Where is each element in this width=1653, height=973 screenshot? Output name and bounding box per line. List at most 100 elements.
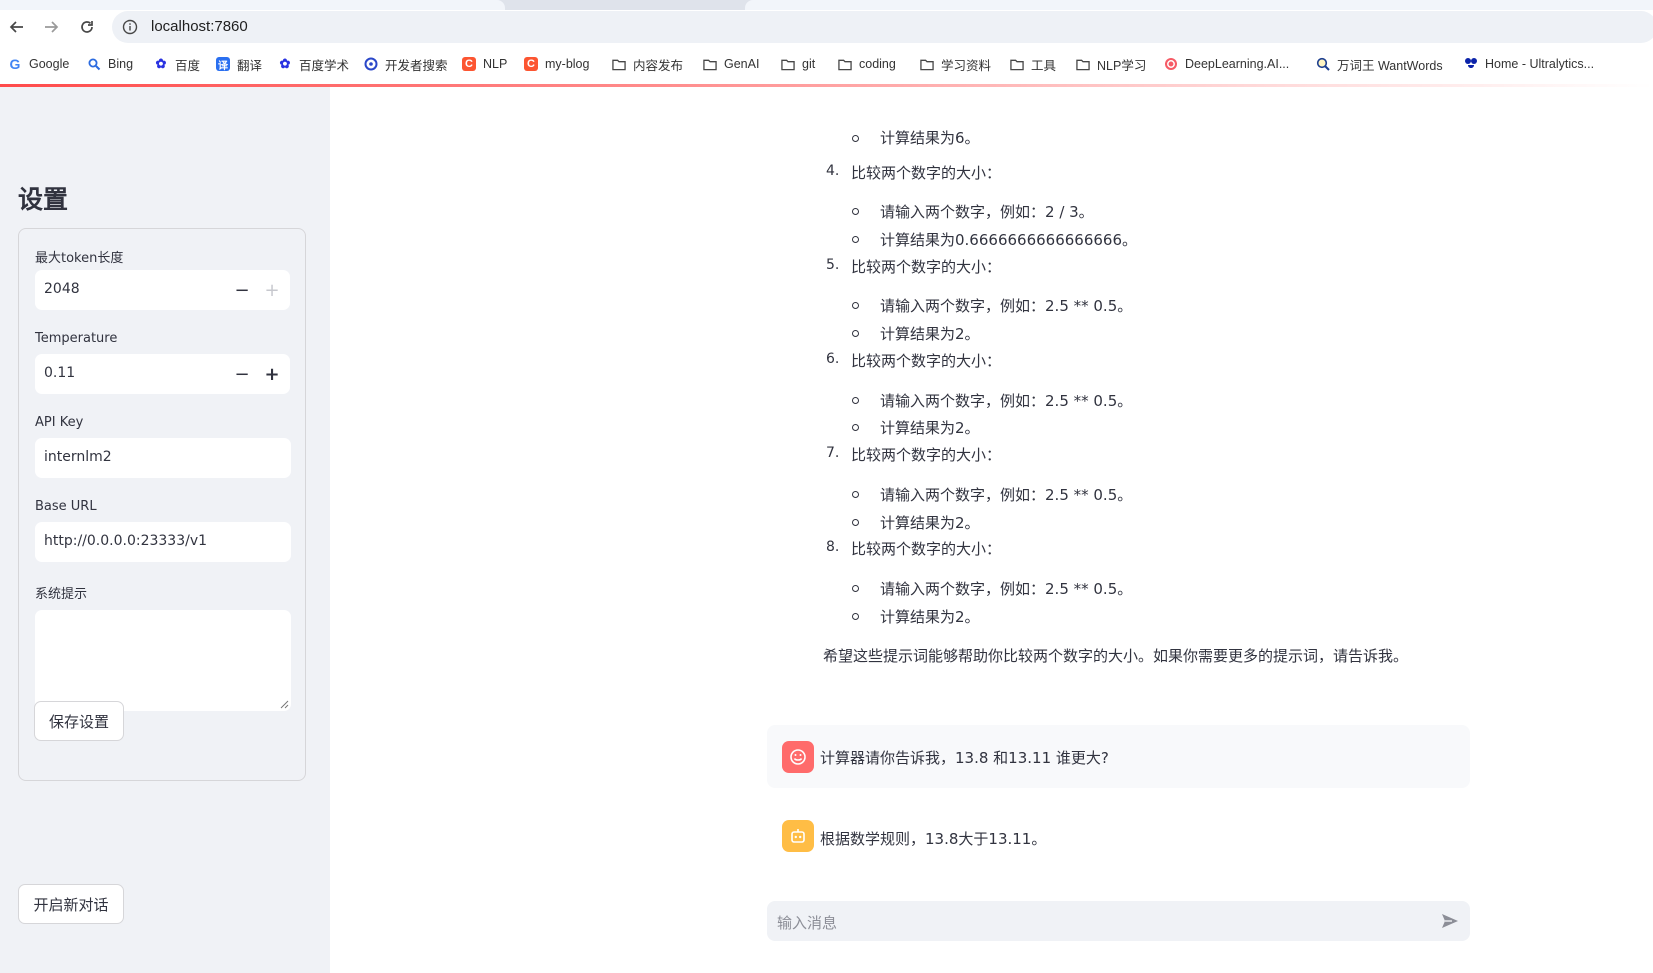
system-prompt-textarea[interactable]	[35, 610, 291, 711]
bing-icon	[87, 57, 101, 71]
list-item-title: 比较两个数字的大小：	[851, 164, 1002, 182]
folder-icon	[612, 57, 626, 71]
reload-button[interactable]	[74, 14, 100, 40]
temperature-value: 0.11	[44, 365, 76, 381]
minus-icon: −	[234, 363, 250, 385]
settings-sidebar: 设置 最大token长度 2048 − + Temperature 0.11 −…	[0, 87, 330, 973]
user-avatar	[782, 741, 814, 773]
google-icon: G	[9, 56, 21, 72]
max-tokens-decrement-button[interactable]: −	[227, 275, 257, 305]
list-bullet	[852, 330, 859, 337]
resize-handle-icon[interactable]	[280, 700, 289, 709]
tab-strip	[0, 0, 1653, 10]
list-number: 7.	[826, 445, 840, 461]
api-key-value: internlm2	[44, 449, 112, 465]
base-url-label: Base URL	[35, 499, 97, 514]
assistant-avatar	[782, 820, 814, 852]
temperature-increment-button[interactable]: +	[257, 359, 287, 389]
folder-icon	[838, 57, 852, 71]
temperature-input[interactable]: 0.11 − +	[35, 354, 290, 394]
chat-area: 计算结果为6。 4. 比较两个数字的大小： 请输入两个数字，例如：2 / 3。 …	[330, 87, 1653, 973]
list-bullet	[852, 208, 859, 215]
wantwords-icon	[1316, 57, 1330, 71]
user-message: 计算器请你告诉我，13.8 和13.11 谁更大?	[767, 725, 1470, 788]
dev-search-icon	[364, 57, 378, 71]
folder-icon	[703, 57, 717, 71]
list-number: 4.	[826, 163, 840, 179]
site-info-icon[interactable]	[122, 19, 138, 35]
bookmark-baidu[interactable]: ✿ 百度	[154, 55, 200, 73]
list-item-title: 比较两个数字的大小：	[851, 258, 1002, 276]
bookmark-folder-nlp-study[interactable]: NLP学习	[1076, 55, 1146, 73]
bookmark-bing[interactable]: Bing	[87, 55, 133, 73]
list-number: 5.	[826, 257, 840, 273]
reload-icon	[81, 21, 93, 33]
bookmark-folder-tools[interactable]: 工具	[1010, 55, 1056, 73]
list-item-sub: 请输入两个数字，例如：2.5 ** 0.5。	[880, 297, 1133, 315]
arrow-left-icon	[9, 21, 23, 33]
forward-button[interactable]	[38, 14, 64, 40]
chat-input[interactable]: 输入消息	[767, 901, 1470, 941]
bookmark-folder-coding[interactable]: coding	[838, 55, 896, 73]
plus-icon: +	[264, 279, 280, 301]
bookmark-google[interactable]: G Google	[8, 55, 70, 73]
list-item-sub: 请输入两个数字，例如：2.5 ** 0.5。	[880, 580, 1133, 598]
bookmark-my-blog[interactable]: Cmy-blog	[524, 55, 589, 73]
list-number: 8.	[826, 539, 840, 555]
list-bullet	[852, 397, 859, 404]
baidu-icon: ✿	[155, 56, 167, 71]
list-bullet	[852, 491, 859, 498]
browser-tab[interactable]	[745, 0, 1653, 10]
bookmark-folder-git[interactable]: git	[781, 55, 815, 73]
list-bullet	[852, 585, 859, 592]
browser-toolbar: localhost:7860	[0, 10, 1653, 44]
bookmark-deeplearning[interactable]: DeepLearning.AI...	[1164, 55, 1289, 73]
api-key-label: API Key	[35, 415, 84, 430]
list-bullet	[852, 613, 859, 620]
list-item-sub: 计算结果为0.6666666666666666。	[880, 231, 1138, 249]
base-url-input[interactable]: http://0.0.0.0:23333/v1	[35, 522, 291, 562]
bookmark-folder-study[interactable]: 学习资料	[920, 55, 991, 73]
bookmark-folder-genai[interactable]: GenAI	[703, 55, 759, 73]
robot-icon	[791, 829, 805, 843]
assistant-message-text: 根据数学规则，13.8大于13.11。	[820, 830, 1047, 848]
bookmark-ultralytics[interactable]: Home - Ultralytics...	[1464, 55, 1594, 73]
chat-input-placeholder: 输入消息	[777, 914, 838, 932]
csdn-icon: C	[462, 57, 476, 71]
bookmark-nlp[interactable]: C NLP	[462, 55, 507, 73]
base-url-value: http://0.0.0.0:23333/v1	[44, 533, 208, 549]
url-text: localhost:7860	[151, 18, 248, 35]
new-chat-button[interactable]: 开启新对话	[18, 884, 124, 924]
max-tokens-increment-button[interactable]: +	[257, 275, 287, 305]
csdn-icon: C	[524, 57, 538, 71]
bookmark-translate[interactable]: 译翻译	[216, 55, 262, 73]
deeplearning-icon	[1164, 57, 1178, 71]
active-tab[interactable]	[0, 0, 505, 10]
bookmark-baidu-scholar[interactable]: ✿ 百度学术	[278, 55, 349, 73]
api-key-input[interactable]: internlm2	[35, 438, 291, 478]
back-button[interactable]	[4, 14, 30, 40]
max-tokens-value: 2048	[44, 281, 80, 297]
settings-form: 最大token长度 2048 − + Temperature 0.11 − + …	[18, 228, 306, 781]
clipped-text: 计算结果为6。	[880, 129, 980, 147]
send-icon[interactable]	[1440, 911, 1460, 931]
max-tokens-input[interactable]: 2048 − +	[35, 270, 290, 310]
smile-icon	[790, 749, 806, 765]
bookmark-wantwords[interactable]: 万词王 WantWords	[1316, 55, 1443, 73]
list-item-title: 比较两个数字的大小：	[851, 540, 1002, 558]
address-bar[interactable]: localhost:7860	[112, 11, 1653, 43]
bookmark-dev-search[interactable]: 开发者搜索	[364, 55, 448, 73]
list-item-sub: 请输入两个数字，例如：2.5 ** 0.5。	[880, 486, 1133, 504]
baidu-icon: ✿	[279, 56, 291, 71]
folder-icon	[1010, 57, 1024, 71]
sidebar-title: 设置	[18, 185, 69, 214]
temperature-decrement-button[interactable]: −	[227, 359, 257, 389]
system-prompt-label: 系统提示	[35, 587, 88, 602]
bookmark-folder-publish[interactable]: 内容发布	[612, 55, 683, 73]
ultralytics-icon	[1464, 57, 1478, 71]
save-settings-button[interactable]: 保存设置	[34, 701, 124, 741]
plus-icon: +	[264, 363, 280, 385]
list-item-sub: 计算结果为2。	[880, 419, 980, 437]
max-tokens-label: 最大token长度	[35, 251, 124, 266]
list-number: 6.	[826, 351, 840, 367]
